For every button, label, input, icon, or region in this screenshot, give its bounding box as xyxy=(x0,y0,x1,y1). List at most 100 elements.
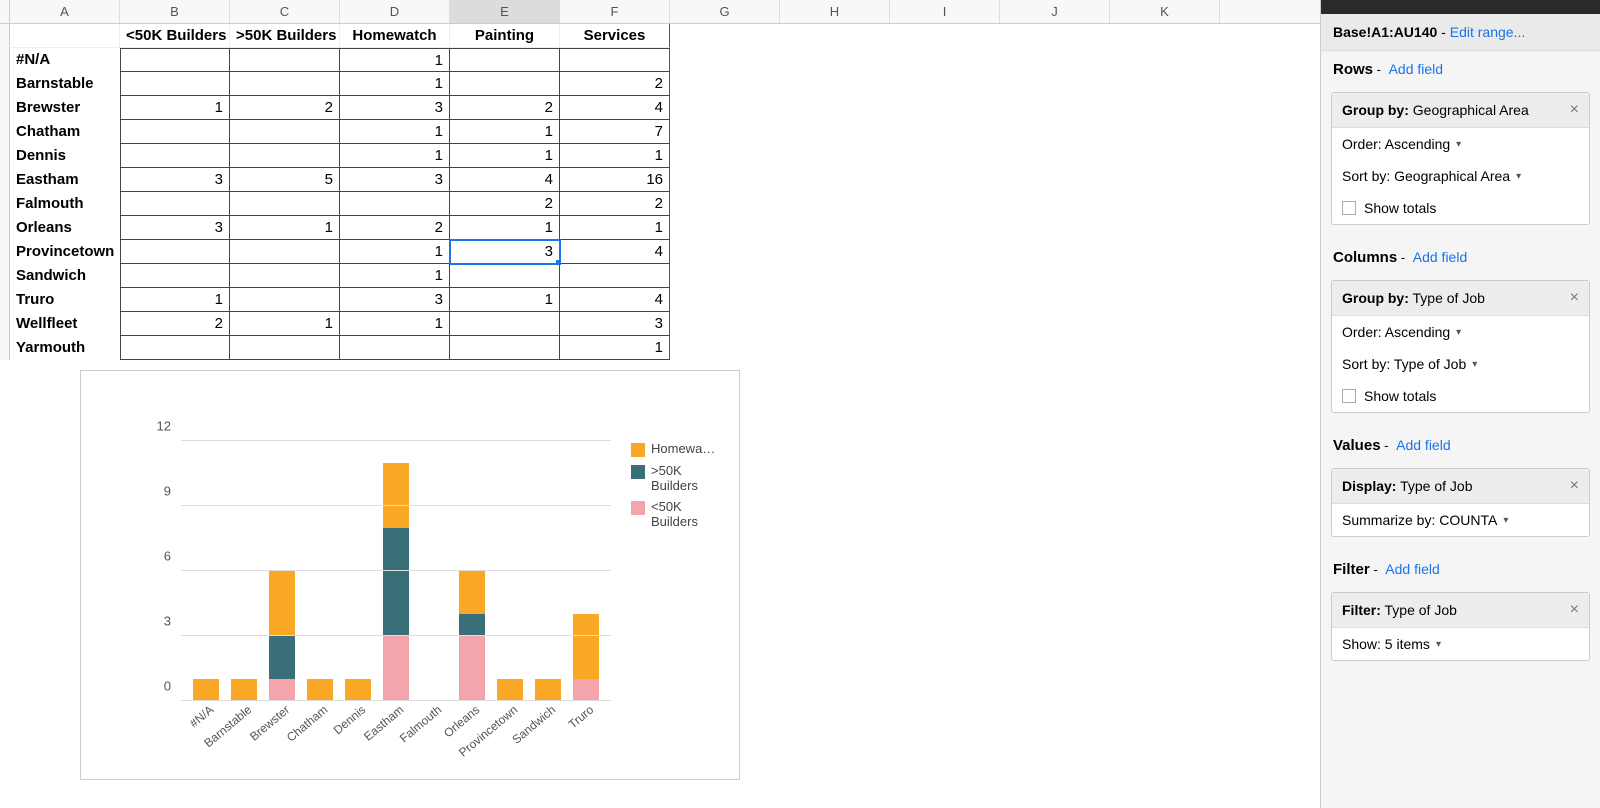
cell[interactable]: 1 xyxy=(340,120,450,144)
cell[interactable] xyxy=(1000,216,1110,240)
cell[interactable] xyxy=(230,192,340,216)
cell[interactable]: >50K Builders xyxy=(230,24,340,48)
cell[interactable]: 3 xyxy=(340,288,450,312)
cell[interactable]: Services xyxy=(560,24,670,48)
cell[interactable] xyxy=(1000,312,1110,336)
cell[interactable]: 1 xyxy=(450,288,560,312)
cell[interactable]: 3 xyxy=(340,96,450,120)
cell[interactable] xyxy=(670,240,780,264)
cell[interactable]: 1 xyxy=(230,312,340,336)
cell[interactable] xyxy=(670,144,780,168)
cell[interactable]: 2 xyxy=(450,96,560,120)
cell[interactable]: Painting xyxy=(450,24,560,48)
cell[interactable] xyxy=(890,240,1000,264)
column-header-I[interactable]: I xyxy=(890,0,1000,23)
cell[interactable] xyxy=(450,336,560,360)
cell[interactable]: 2 xyxy=(340,216,450,240)
cell[interactable] xyxy=(1110,216,1220,240)
cell[interactable] xyxy=(670,336,780,360)
cell[interactable]: 4 xyxy=(560,288,670,312)
cell[interactable] xyxy=(1000,72,1110,96)
cell[interactable] xyxy=(780,288,890,312)
cell[interactable] xyxy=(1000,240,1110,264)
cell[interactable] xyxy=(340,336,450,360)
cell[interactable] xyxy=(1000,192,1110,216)
add-value-field[interactable]: Add field xyxy=(1396,437,1450,453)
cell[interactable] xyxy=(780,48,890,72)
cell[interactable]: 1 xyxy=(340,144,450,168)
cell[interactable] xyxy=(560,48,670,72)
cell[interactable] xyxy=(450,264,560,288)
cell[interactable]: Provincetown xyxy=(10,240,120,264)
column-header-A[interactable]: A xyxy=(10,0,120,23)
cell[interactable] xyxy=(1110,288,1220,312)
cell[interactable] xyxy=(890,216,1000,240)
cell[interactable] xyxy=(1110,312,1220,336)
rows-sort-dropdown[interactable]: Sort by: Geographical Area▾ xyxy=(1332,160,1589,192)
cell[interactable]: Chatham xyxy=(10,120,120,144)
cell[interactable]: 5 xyxy=(230,168,340,192)
add-column-field[interactable]: Add field xyxy=(1413,249,1467,265)
cell[interactable]: 1 xyxy=(340,264,450,288)
cell[interactable] xyxy=(670,216,780,240)
rows-show-totals[interactable]: Show totals xyxy=(1332,192,1589,224)
cell[interactable] xyxy=(450,72,560,96)
cell[interactable] xyxy=(670,168,780,192)
cell[interactable] xyxy=(450,312,560,336)
column-header-D[interactable]: D xyxy=(340,0,450,23)
cell[interactable] xyxy=(230,288,340,312)
cell[interactable]: 3 xyxy=(560,312,670,336)
cell[interactable]: 2 xyxy=(450,192,560,216)
cell[interactable] xyxy=(1000,264,1110,288)
cell[interactable]: 16 xyxy=(560,168,670,192)
cell[interactable] xyxy=(890,24,1000,48)
cell[interactable] xyxy=(10,24,120,48)
cell[interactable]: 4 xyxy=(560,96,670,120)
cell[interactable] xyxy=(670,264,780,288)
cell[interactable]: 1 xyxy=(560,216,670,240)
cell[interactable] xyxy=(1000,336,1110,360)
cell[interactable] xyxy=(1000,96,1110,120)
cell[interactable]: 1 xyxy=(340,312,450,336)
cell[interactable] xyxy=(780,336,890,360)
cell[interactable] xyxy=(1110,240,1220,264)
cell[interactable] xyxy=(230,144,340,168)
cell[interactable] xyxy=(890,312,1000,336)
cell[interactable]: 1 xyxy=(230,216,340,240)
embedded-chart[interactable]: #N/ABarnstableBrewsterChathamDennisEasth… xyxy=(80,370,740,780)
cell[interactable]: 1 xyxy=(560,144,670,168)
cell[interactable] xyxy=(230,120,340,144)
cell[interactable]: 2 xyxy=(120,312,230,336)
cell[interactable] xyxy=(1000,48,1110,72)
cell[interactable] xyxy=(1110,168,1220,192)
cell[interactable]: 4 xyxy=(450,168,560,192)
cell[interactable] xyxy=(1110,48,1220,72)
cell[interactable] xyxy=(890,168,1000,192)
cell[interactable] xyxy=(890,144,1000,168)
cell[interactable] xyxy=(670,312,780,336)
cell[interactable]: 4 xyxy=(560,240,670,264)
summarize-dropdown[interactable]: Summarize by: COUNTA▾ xyxy=(1332,504,1589,536)
cell[interactable] xyxy=(120,72,230,96)
cell[interactable]: Orleans xyxy=(10,216,120,240)
edit-range-link[interactable]: Edit range... xyxy=(1450,24,1526,40)
cell[interactable] xyxy=(120,192,230,216)
cell[interactable] xyxy=(120,144,230,168)
cell[interactable] xyxy=(1000,288,1110,312)
cell[interactable] xyxy=(120,120,230,144)
column-header-C[interactable]: C xyxy=(230,0,340,23)
cell[interactable] xyxy=(670,192,780,216)
cell[interactable]: 3 xyxy=(120,216,230,240)
column-header-K[interactable]: K xyxy=(1110,0,1220,23)
cell[interactable]: Dennis xyxy=(10,144,120,168)
cell[interactable] xyxy=(120,48,230,72)
cell[interactable] xyxy=(230,72,340,96)
cell[interactable]: 1 xyxy=(340,240,450,264)
cell[interactable]: 2 xyxy=(560,72,670,96)
checkbox-icon[interactable] xyxy=(1342,201,1356,215)
cell[interactable] xyxy=(1110,24,1220,48)
cell[interactable] xyxy=(780,312,890,336)
cell[interactable] xyxy=(1000,144,1110,168)
cell[interactable] xyxy=(780,144,890,168)
cell[interactable] xyxy=(890,48,1000,72)
